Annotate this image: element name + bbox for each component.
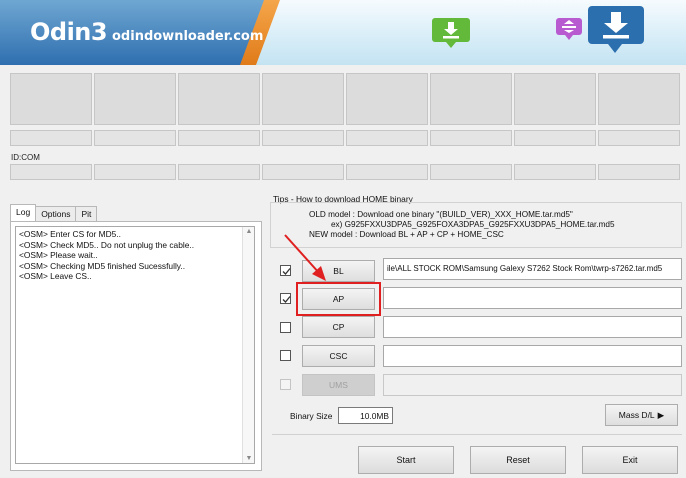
- ap-checkbox[interactable]: [280, 293, 291, 304]
- mass-dl-button[interactable]: Mass D/L ▶: [605, 404, 678, 426]
- port-slot: [430, 73, 512, 125]
- id-com-slot: [10, 164, 92, 180]
- port-slot: [94, 73, 176, 125]
- id-com-slot: [598, 164, 680, 180]
- start-button[interactable]: Start: [358, 446, 454, 474]
- binary-size-value: 10.0MB: [338, 407, 393, 424]
- binary-size-label: Binary Size: [290, 411, 333, 421]
- port-progress-row: [10, 130, 680, 146]
- id-com-slot: [262, 164, 344, 180]
- port-progress: [598, 130, 680, 146]
- cp-checkbox[interactable]: [280, 322, 291, 333]
- log-panel: <OSM> Enter CS for MD5.. <OSM> Check MD5…: [10, 221, 262, 471]
- log-scrollbar[interactable]: ▲ ▼: [242, 227, 254, 463]
- port-slot: [598, 73, 680, 125]
- app-logo-url: odindownloader.com: [112, 29, 264, 44]
- id-com-slot: [430, 164, 512, 180]
- ums-checkbox: [280, 379, 291, 390]
- port-slot: [10, 73, 92, 125]
- exit-button[interactable]: Exit: [582, 446, 678, 474]
- port-progress: [178, 130, 260, 146]
- id-com-label: ID:COM: [11, 153, 40, 162]
- port-slot: [262, 73, 344, 125]
- check-icon: [282, 296, 291, 303]
- red-arrow-annotation: [284, 234, 326, 281]
- cp-path-field[interactable]: [383, 316, 682, 338]
- ums-button: UMS: [302, 374, 375, 396]
- log-line: <OSM> Please wait..: [19, 250, 98, 260]
- port-progress: [430, 130, 512, 146]
- id-com-slot: [514, 164, 596, 180]
- csc-checkbox[interactable]: [280, 350, 291, 361]
- id-com-row: [10, 164, 680, 180]
- download-icon: [588, 6, 644, 54]
- log-line: <OSM> Check MD5.. Do not unplug the cabl…: [19, 239, 195, 250]
- log-line: <OSM> Enter CS for MD5..: [19, 229, 121, 239]
- download-icon: [432, 18, 470, 48]
- scroll-up-icon[interactable]: ▲: [243, 228, 255, 235]
- log-line: <OSM> Checking MD5 finished Sucessfully.…: [19, 260, 186, 271]
- app-logo-title: Odin3: [30, 18, 108, 46]
- play-icon: ▶: [657, 409, 665, 420]
- ap-path-field[interactable]: [383, 287, 682, 309]
- mass-dl-label: Mass D/L: [618, 410, 655, 420]
- tab-pit[interactable]: Pit: [75, 206, 98, 221]
- tab-bar: Log Options Pit: [10, 204, 98, 221]
- reset-button[interactable]: Reset: [470, 446, 566, 474]
- port-slot: [346, 73, 428, 125]
- port-progress: [514, 130, 596, 146]
- port-slot: [178, 73, 260, 125]
- port-progress: [94, 130, 176, 146]
- bl-path-field[interactable]: ile\ALL STOCK ROM\Samsung Galexy S7262 S…: [383, 258, 682, 280]
- id-com-slot: [94, 164, 176, 180]
- port-progress: [346, 130, 428, 146]
- port-status-row: [10, 73, 680, 125]
- tab-log[interactable]: Log: [10, 204, 37, 221]
- upload-download-icon: [556, 18, 582, 40]
- csc-path-field[interactable]: [383, 345, 682, 367]
- divider: [272, 434, 682, 435]
- tip-new-model: NEW model : Download BL + AP + CP + HOME…: [309, 230, 504, 239]
- port-progress: [262, 130, 344, 146]
- port-slot: [514, 73, 596, 125]
- ums-path-field: [383, 374, 682, 396]
- scroll-down-icon[interactable]: ▼: [243, 455, 255, 462]
- port-progress: [10, 130, 92, 146]
- csc-button[interactable]: CSC: [302, 345, 375, 367]
- tip-example: ex) G925FXXU3DPA5_G925FOXA3DPA5_G925FXXU…: [331, 220, 615, 229]
- cp-button[interactable]: CP: [302, 316, 375, 338]
- id-com-slot: [346, 164, 428, 180]
- ap-highlight-box: [296, 282, 381, 316]
- header-banner: Odin3 odindownloader.com: [0, 0, 686, 65]
- id-com-slot: [178, 164, 260, 180]
- tab-options[interactable]: Options: [35, 206, 77, 221]
- tip-old-model: OLD model : Download one binary "(BUILD_…: [309, 210, 573, 219]
- log-textarea[interactable]: <OSM> Enter CS for MD5.. <OSM> Check MD5…: [15, 226, 255, 464]
- log-line: <OSM> Leave CS..: [19, 271, 92, 281]
